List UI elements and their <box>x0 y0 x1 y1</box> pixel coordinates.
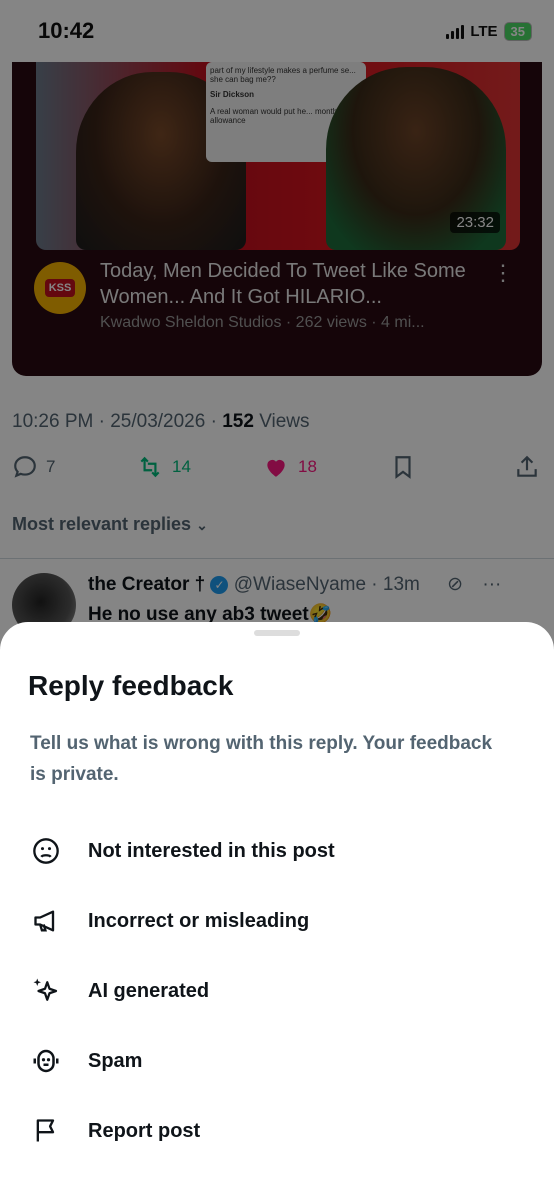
sheet-subtitle: Tell us what is wrong with this reply. Y… <box>30 733 493 785</box>
option-not-interested[interactable]: Not interested in this post <box>30 831 530 871</box>
option-label: Incorrect or misleading <box>88 909 310 932</box>
sheet-title: Reply feedback <box>28 670 234 701</box>
reply-feedback-sheet: Reply feedback Tell us what is wrong wit… <box>0 622 554 1199</box>
option-spam[interactable]: Spam <box>30 1041 530 1081</box>
option-ai-generated[interactable]: AI generated <box>30 971 530 1011</box>
option-label: AI generated <box>88 979 210 1002</box>
option-label: Not interested in this post <box>88 839 335 862</box>
robot-icon <box>30 1045 62 1077</box>
frown-icon <box>30 835 62 867</box>
sheet-grabber[interactable] <box>254 630 300 636</box>
option-label: Report post <box>88 1119 201 1142</box>
option-report-post[interactable]: Report post <box>30 1111 530 1151</box>
option-label: Spam <box>88 1049 143 1072</box>
flag-icon <box>30 1115 62 1147</box>
sparkle-icon <box>30 975 62 1007</box>
megaphone-icon <box>30 905 62 937</box>
option-incorrect[interactable]: Incorrect or misleading <box>30 901 530 941</box>
